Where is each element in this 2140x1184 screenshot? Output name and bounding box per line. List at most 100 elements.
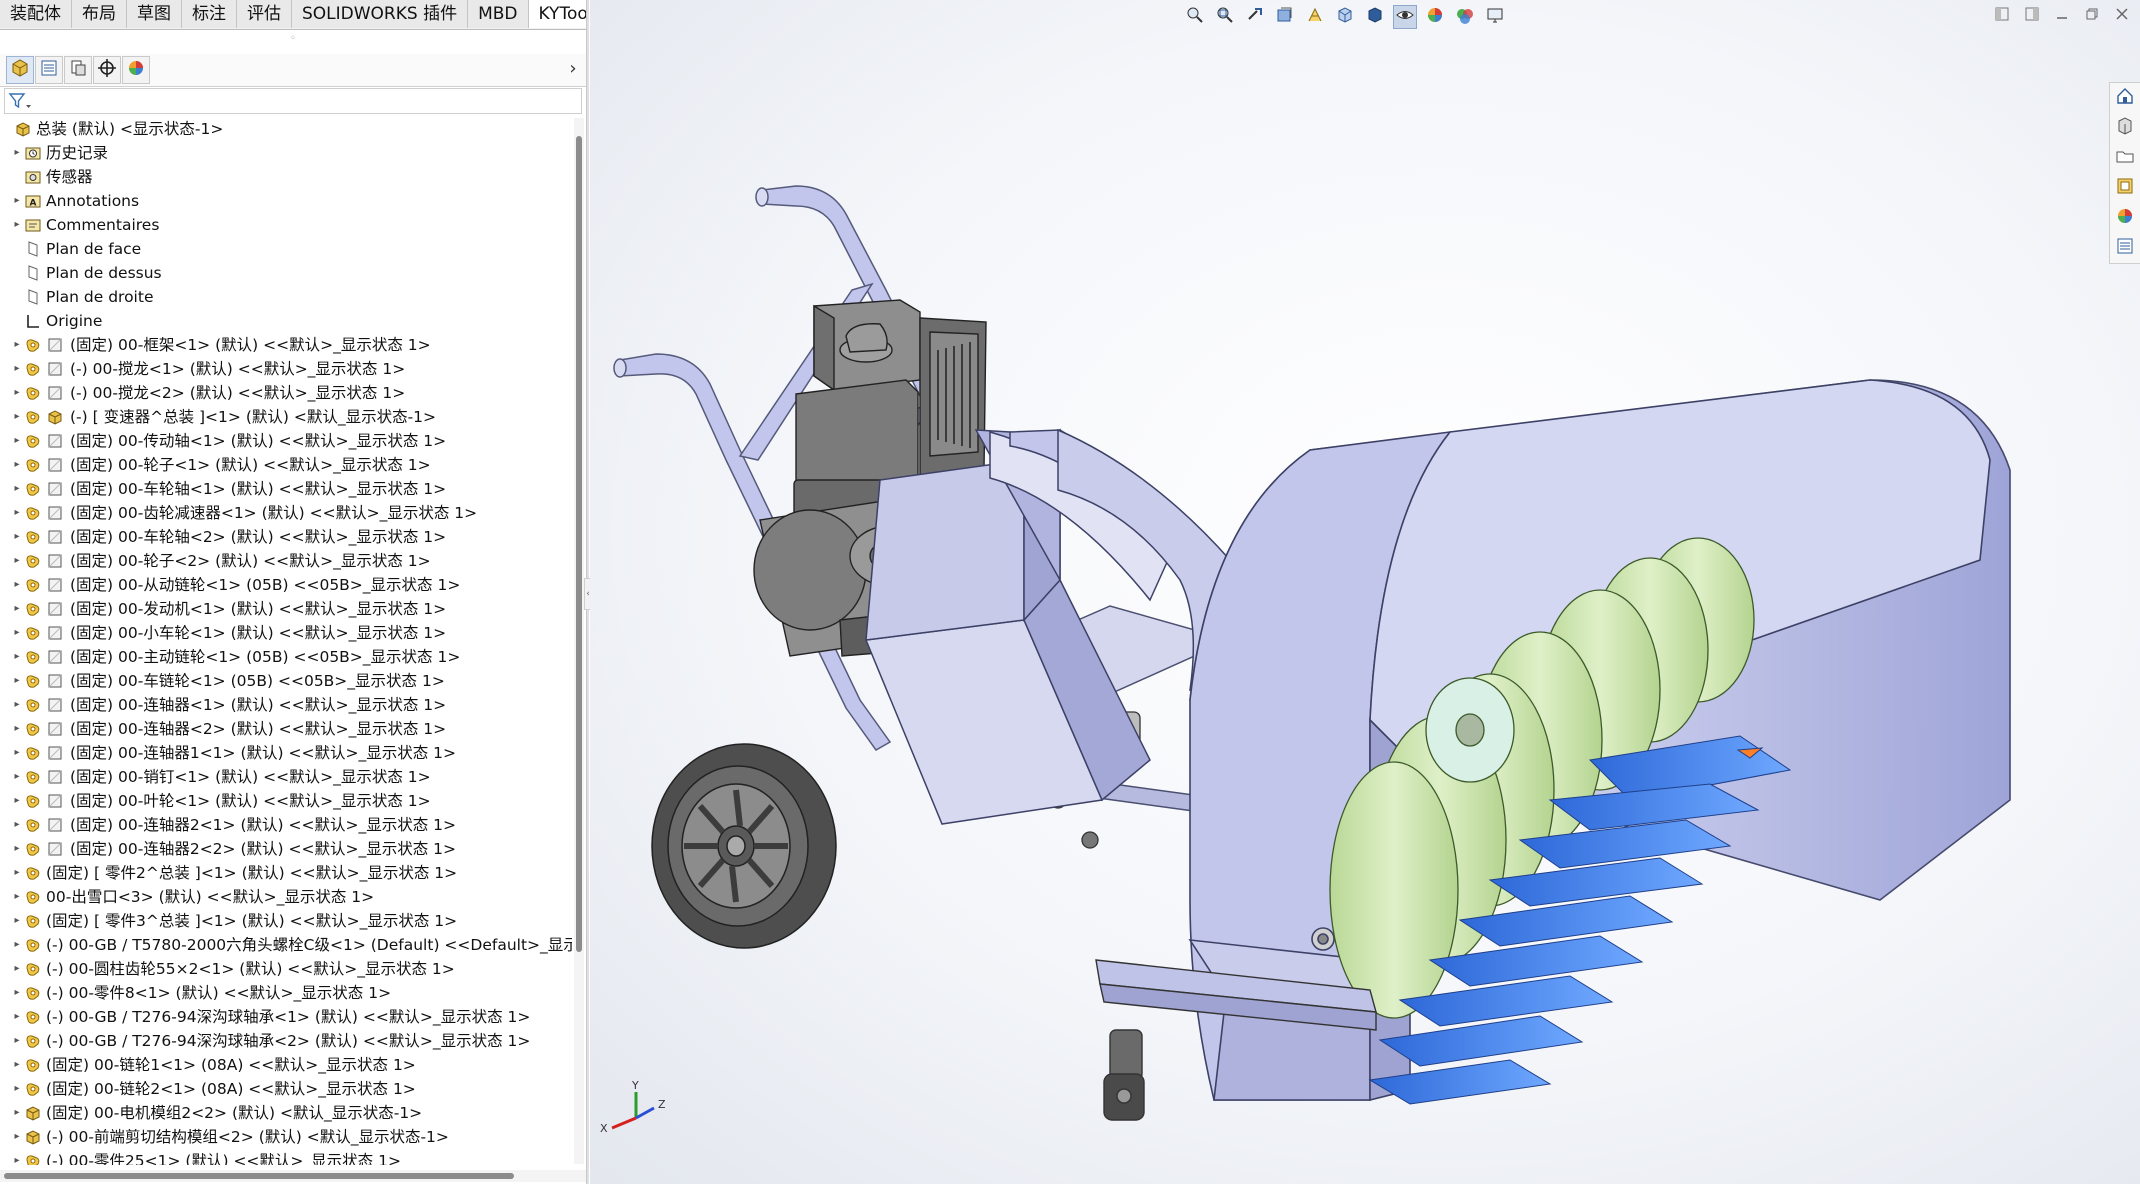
- previous-view-button[interactable]: [1243, 5, 1267, 29]
- display-style-button[interactable]: [1363, 5, 1387, 29]
- tree-component[interactable]: ▸ (-) 00-零件25<1> (默认) <<默认>_显示状态 1>: [0, 1149, 572, 1165]
- minimize-button[interactable]: [2054, 6, 2070, 22]
- command-tab[interactable]: 布局: [72, 0, 127, 28]
- command-tab[interactable]: 标注: [182, 0, 237, 28]
- tree-component[interactable]: ▸ (固定) 00-从动链轮<1> (05B) <<05B>_显示状态 1>: [0, 573, 572, 597]
- file-explorer-tab[interactable]: [2110, 143, 2140, 173]
- tree-component[interactable]: ▸ (固定) 00-车链轮<1> (05B) <<05B>_显示状态 1>: [0, 669, 572, 693]
- filter-icon[interactable]: [7, 90, 33, 112]
- tree-folder[interactable]: Plan de droite: [0, 285, 572, 309]
- expand-arrow-icon[interactable]: ▸: [10, 213, 24, 237]
- expand-arrow-icon[interactable]: ▸: [10, 1005, 24, 1029]
- snow-blower-model[interactable]: [590, 0, 2140, 1184]
- tree-component[interactable]: ▸ (固定) 00-主动链轮<1> (05B) <<05B>_显示状态 1>: [0, 645, 572, 669]
- tree-component[interactable]: ▸ (-) 00-GB / T276-94深沟球轴承<2> (默认) <<默认>_…: [0, 1029, 572, 1053]
- expand-arrow-icon[interactable]: ▸: [10, 933, 24, 957]
- expand-arrow-icon[interactable]: ▸: [10, 885, 24, 909]
- custom-properties-tab[interactable]: [2110, 233, 2140, 263]
- zoom-to-fit-button[interactable]: [1183, 5, 1207, 29]
- scrollbar-thumb[interactable]: [4, 1173, 514, 1179]
- tree-component[interactable]: ▸ (固定) 00-发动机<1> (默认) <<默认>_显示状态 1>: [0, 597, 572, 621]
- expand-arrow-icon[interactable]: ▸: [10, 981, 24, 1005]
- appearances-tab[interactable]: [2110, 203, 2140, 233]
- expand-arrow-icon[interactable]: ▸: [10, 453, 24, 477]
- manager-tab[interactable]: [35, 56, 63, 84]
- dynamic-annotation-button[interactable]: [1303, 5, 1327, 29]
- expand-arrow-icon[interactable]: ▸: [10, 333, 24, 357]
- tree-component[interactable]: ▸ 00-出雪口<3> (默认) <<默认>_显示状态 1>: [0, 885, 572, 909]
- tree-folder[interactable]: Plan de face: [0, 237, 572, 261]
- manager-tab[interactable]: [122, 56, 150, 84]
- tree-component[interactable]: ▸ (-) [ 变速器^总装 ]<1> (默认) <默认_显示状态-1>: [0, 405, 572, 429]
- expand-arrow-icon[interactable]: ▸: [10, 501, 24, 525]
- expand-arrow-icon[interactable]: ▸: [10, 813, 24, 837]
- expand-arrow-icon[interactable]: ▸: [10, 141, 24, 165]
- tree-component[interactable]: ▸ (固定) 00-轮子<1> (默认) <<默认>_显示状态 1>: [0, 453, 572, 477]
- design-library-tab[interactable]: [2110, 113, 2140, 143]
- expand-arrow-icon[interactable]: ▸: [10, 477, 24, 501]
- expand-arrow-icon[interactable]: ▸: [10, 765, 24, 789]
- tree-component[interactable]: ▸ (-) 00-搅龙<1> (默认) <<默认>_显示状态 1>: [0, 357, 572, 381]
- tree-root[interactable]: 总装 (默认) <显示状态-1>: [0, 117, 572, 141]
- command-tab[interactable]: MBD: [468, 0, 529, 28]
- command-tab[interactable]: 草图: [127, 0, 182, 28]
- tree-component[interactable]: ▸ (-) 00-GB / T276-94深沟球轴承<1> (默认) <<默认>_…: [0, 1005, 572, 1029]
- tree-folder[interactable]: 传感器: [0, 165, 572, 189]
- command-tab[interactable]: KYTool: [528, 0, 586, 28]
- zoom-to-area-button[interactable]: [1213, 5, 1237, 29]
- command-tab[interactable]: SOLIDWORKS 插件: [292, 0, 469, 28]
- expand-arrow-icon[interactable]: ▸: [10, 1149, 24, 1165]
- tree-component[interactable]: ▸ (固定) 00-传动轴<1> (默认) <<默认>_显示状态 1>: [0, 429, 572, 453]
- tree-component[interactable]: ▸ (固定) 00-框架<1> (默认) <<默认>_显示状态 1>: [0, 333, 572, 357]
- tree-folder[interactable]: ▸ 历史记录: [0, 141, 572, 165]
- hide-show-items-button[interactable]: [1393, 5, 1417, 29]
- expand-arrow-icon[interactable]: ▸: [10, 861, 24, 885]
- expand-arrow-icon[interactable]: ▸: [10, 597, 24, 621]
- expand-arrow-icon[interactable]: ▸: [10, 789, 24, 813]
- tree-component[interactable]: ▸ (-) 00-GB / T5780-2000六角头螺栓C级<1> (Defau…: [0, 933, 572, 957]
- tree-component[interactable]: ▸ (固定) 00-轮子<2> (默认) <<默认>_显示状态 1>: [0, 549, 572, 573]
- tree-component[interactable]: ▸ (固定) 00-连轴器<2> (默认) <<默认>_显示状态 1>: [0, 717, 572, 741]
- tree-component[interactable]: ▸ (固定) 00-链轮2<1> (08A) <<默认>_显示状态 1>: [0, 1077, 572, 1101]
- tree-component[interactable]: ▸ (固定) 00-连轴器2<1> (默认) <<默认>_显示状态 1>: [0, 813, 572, 837]
- restore-button[interactable]: [2084, 6, 2100, 22]
- expand-arrow-icon[interactable]: ▸: [10, 189, 24, 213]
- tree-folder[interactable]: ▸ Commentaires: [0, 213, 572, 237]
- tree-component[interactable]: ▸ (-) 00-前端剪切结构模组<2> (默认) <默认_显示状态-1>: [0, 1125, 572, 1149]
- tree-horizontal-scrollbar[interactable]: [0, 1170, 586, 1182]
- manager-tab[interactable]: [64, 56, 92, 84]
- view-orientation-button[interactable]: [1333, 5, 1357, 29]
- apply-scene-button[interactable]: [1453, 5, 1477, 29]
- manager-tab[interactable]: [6, 56, 34, 84]
- expand-arrow-icon[interactable]: ▸: [10, 645, 24, 669]
- collapse-handle[interactable]: ◦: [283, 34, 303, 44]
- expand-arrow-icon[interactable]: ▸: [10, 1077, 24, 1101]
- panel-expand-arrow-icon[interactable]: ›: [564, 56, 582, 82]
- tree-component[interactable]: ▸ (固定) 00-连轴器<1> (默认) <<默认>_显示状态 1>: [0, 693, 572, 717]
- tree-component[interactable]: ▸ (-) 00-零件8<1> (默认) <<默认>_显示状态 1>: [0, 981, 572, 1005]
- expand-arrow-icon[interactable]: ▸: [10, 717, 24, 741]
- manager-tab[interactable]: [93, 56, 121, 84]
- expand-arrow-icon[interactable]: ▸: [10, 621, 24, 645]
- tree-component[interactable]: ▸ (固定) 00-连轴器2<2> (默认) <<默认>_显示状态 1>: [0, 837, 572, 861]
- tree-component[interactable]: ▸ (固定) 00-叶轮<1> (默认) <<默认>_显示状态 1>: [0, 789, 572, 813]
- home-tab[interactable]: [2110, 83, 2140, 113]
- view-palette-tab[interactable]: [2110, 173, 2140, 203]
- command-tab[interactable]: 装配体: [0, 0, 72, 28]
- tree-folder[interactable]: Origine: [0, 309, 572, 333]
- expand-arrow-icon[interactable]: ▸: [10, 669, 24, 693]
- tree-component[interactable]: ▸ (固定) [ 零件3^总装 ]<1> (默认) <<默认>_显示状态 1>: [0, 909, 572, 933]
- expand-arrow-icon[interactable]: ▸: [10, 525, 24, 549]
- expand-arrow-icon[interactable]: ▸: [10, 1053, 24, 1077]
- tile-right-button[interactable]: [2024, 6, 2040, 22]
- expand-arrow-icon[interactable]: ▸: [10, 693, 24, 717]
- tree-component[interactable]: ▸ (固定) 00-车轮轴<2> (默认) <<默认>_显示状态 1>: [0, 525, 572, 549]
- expand-arrow-icon[interactable]: ▸: [10, 549, 24, 573]
- expand-arrow-icon[interactable]: ▸: [10, 1029, 24, 1053]
- tree-component[interactable]: ▸ (固定) 00-销钉<1> (默认) <<默认>_显示状态 1>: [0, 765, 572, 789]
- filter-bar[interactable]: [4, 88, 582, 114]
- tree-component[interactable]: ▸ (固定) 00-齿轮减速器<1> (默认) <<默认>_显示状态 1>: [0, 501, 572, 525]
- close-button[interactable]: [2114, 6, 2130, 22]
- expand-arrow-icon[interactable]: ▸: [10, 1101, 24, 1125]
- tree-folder[interactable]: ▸ A Annotations: [0, 189, 572, 213]
